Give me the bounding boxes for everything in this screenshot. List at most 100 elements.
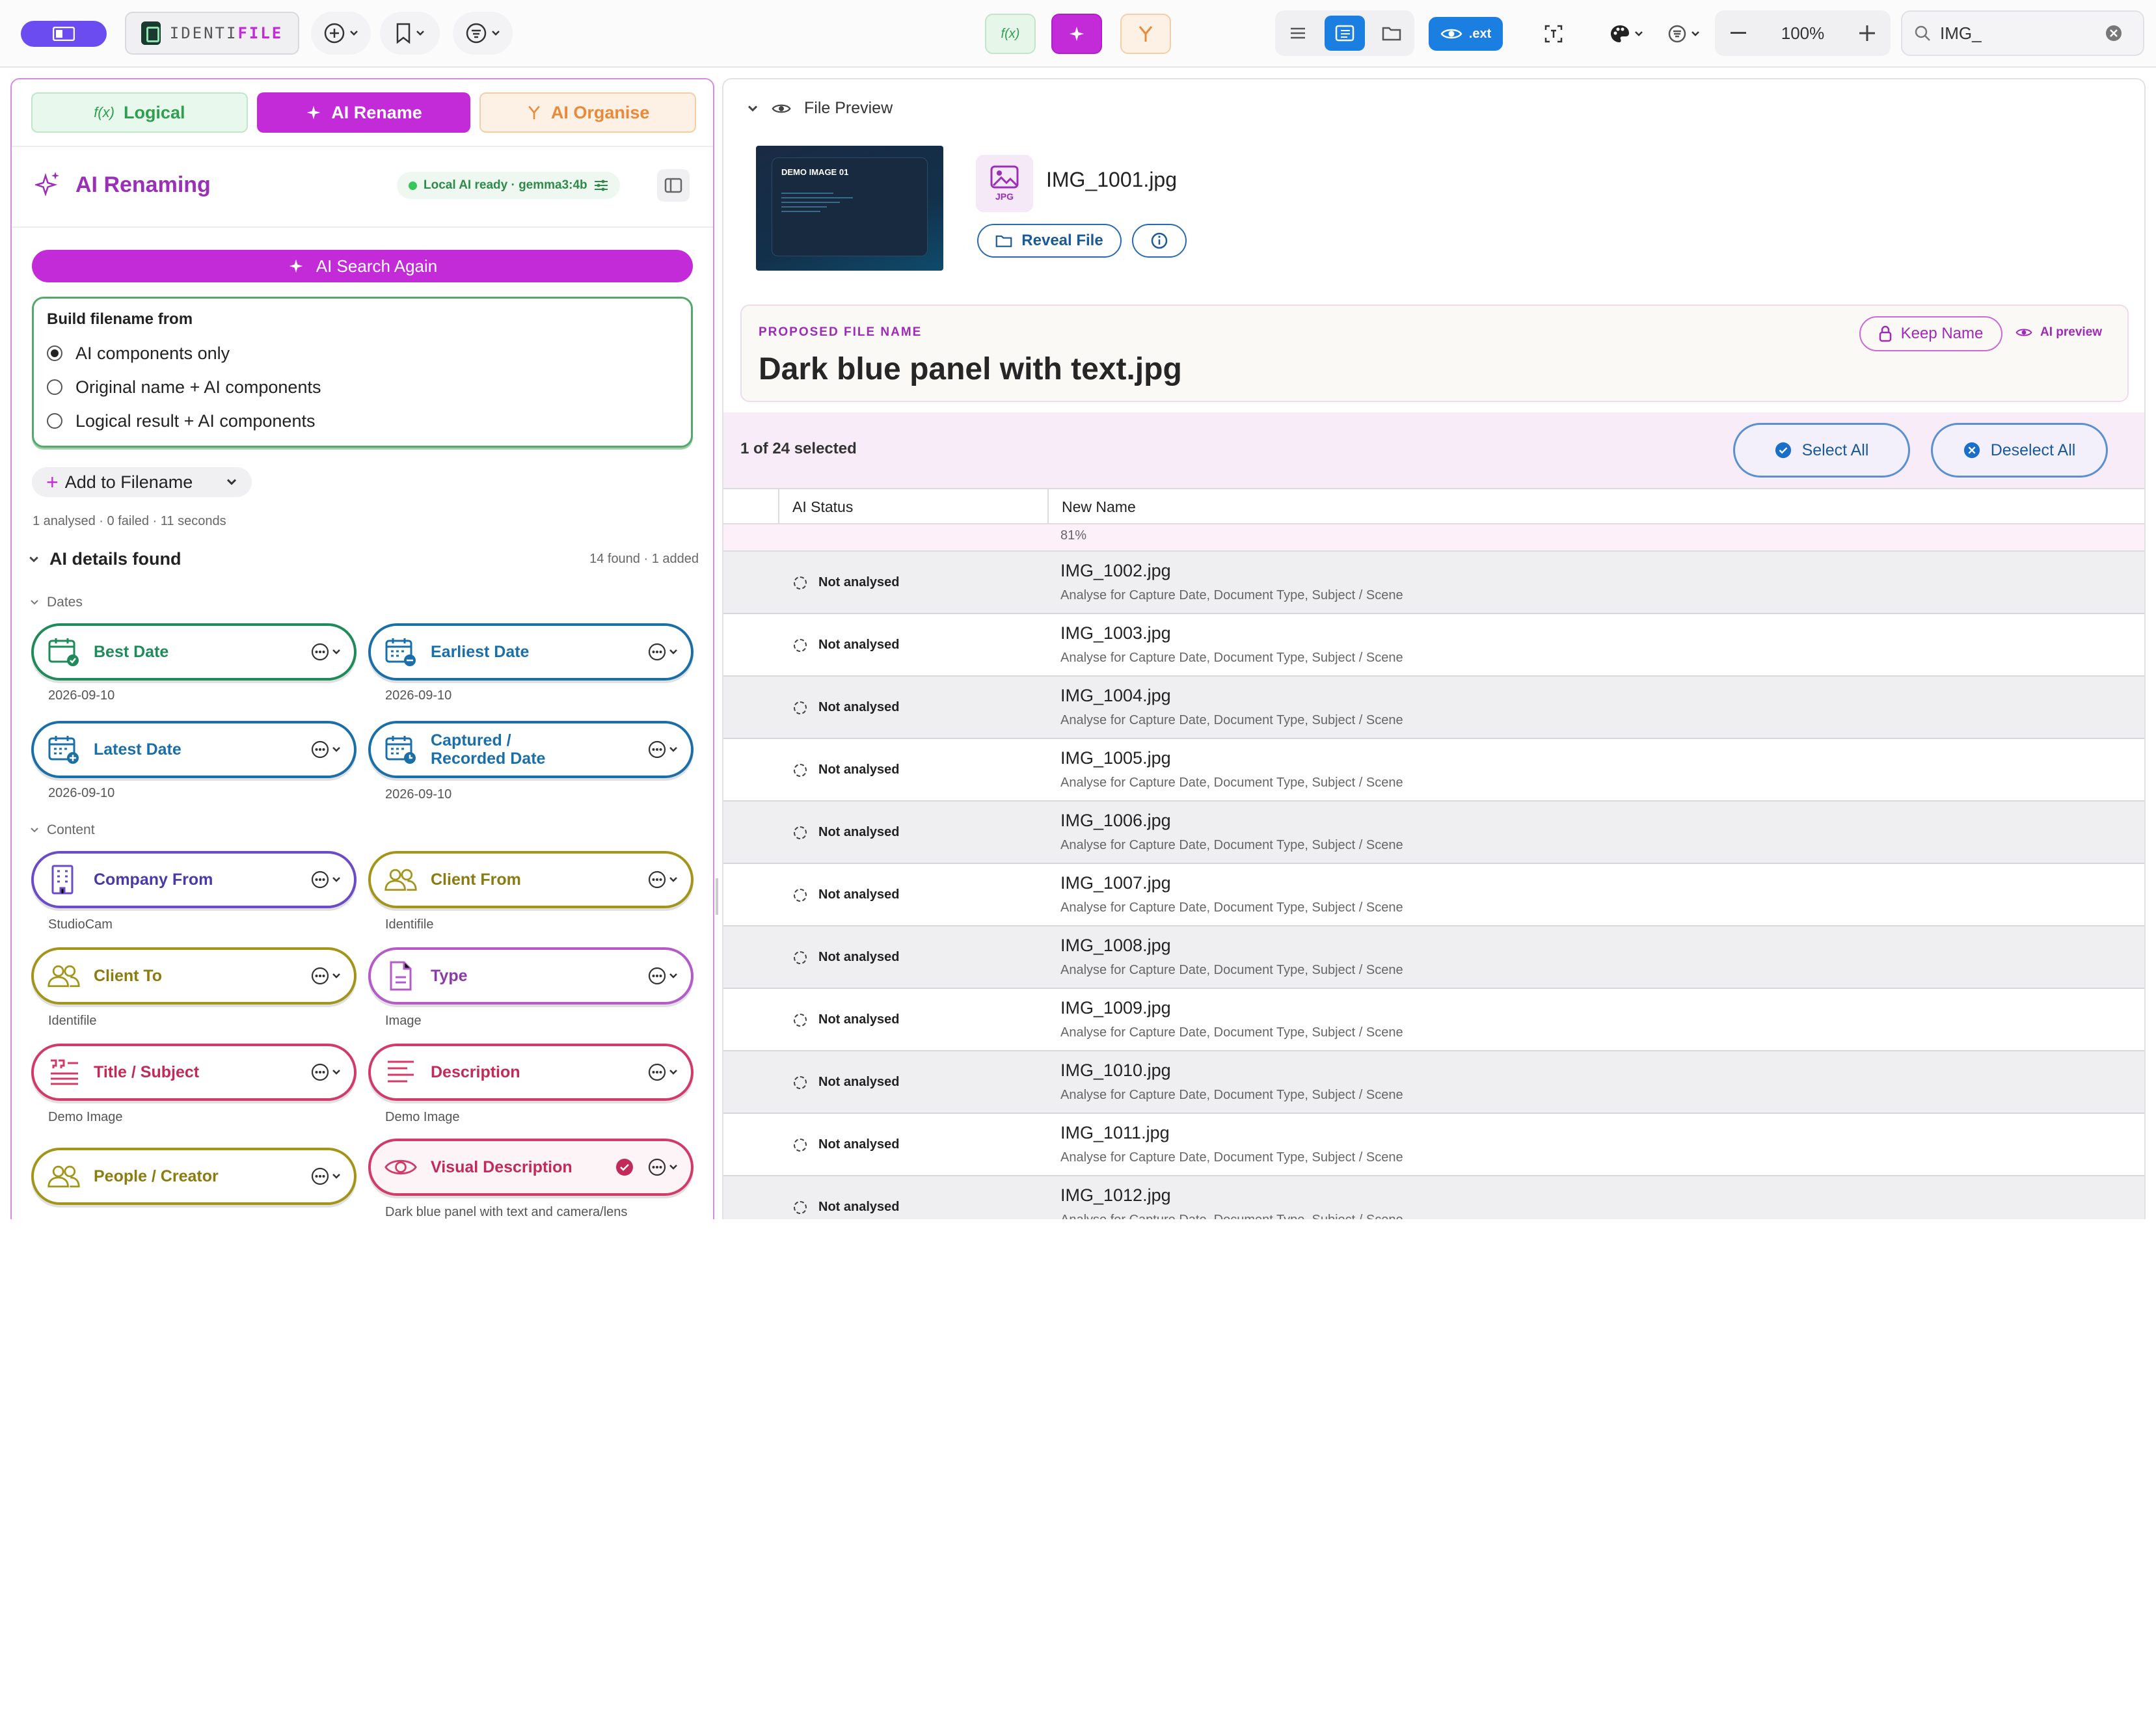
chip-options-button[interactable] (311, 967, 341, 985)
scan-button[interactable] (1530, 17, 1577, 51)
keep-name-label: Keep Name (1900, 325, 1984, 342)
bookmark-menu-button[interactable] (380, 12, 440, 55)
option-logical-plus-ai[interactable]: Logical result + AI components (47, 404, 678, 438)
chip-value: StudioCam (48, 917, 113, 932)
selection-bar: 1 of 24 selected Select All Deselect All (723, 412, 2144, 489)
table-row-partial[interactable]: 81% (723, 524, 2144, 552)
chip-earliest-date[interactable]: Earliest Date (368, 623, 694, 681)
theme-menu-button[interactable] (1602, 17, 1651, 51)
column-ai-status[interactable]: AI Status (792, 498, 853, 516)
chip-type[interactable]: Type (368, 947, 694, 1005)
chip-options-button[interactable] (648, 740, 678, 759)
section-dates[interactable]: Dates (30, 595, 83, 610)
chip-options-button[interactable] (648, 1063, 678, 1081)
table-row[interactable]: Not analysed IMG_1007.jpg Analyse for Capt… (723, 864, 2144, 926)
tab-ai-organise[interactable]: AI Organise (479, 92, 697, 133)
chip-options-button[interactable] (648, 1158, 678, 1176)
function-icon: f(x) (1001, 26, 1020, 41)
panel-resize-handle[interactable] (716, 878, 718, 915)
radio-checked[interactable] (47, 345, 62, 361)
select-all-button[interactable]: Select All (1733, 423, 1910, 478)
mode-ai-rename-button[interactable] (1051, 14, 1102, 54)
chip-value: 2026-09-10 (48, 688, 115, 703)
sidebar-toggle-button[interactable] (21, 21, 107, 47)
mode-logical-button[interactable]: f(x) (985, 14, 1036, 54)
table-row[interactable]: Not analysed IMG_1008.jpg Analyse for Capt… (723, 926, 2144, 989)
table-row[interactable]: Not analysed IMG_1010.jpg Analyse for Capt… (723, 1051, 2144, 1114)
ai-details-header[interactable]: AI details found 14 found · 1 added (29, 549, 699, 569)
image-icon (990, 165, 1019, 189)
ai-status-badge[interactable]: Local AI ready · gemma3:4b (397, 172, 620, 199)
chip-captured-recorded-date[interactable]: Captured / Recorded Date (368, 721, 694, 778)
mode-ai-organise-button[interactable] (1120, 14, 1171, 54)
folder-view-button[interactable] (1371, 16, 1412, 51)
chip-options-button[interactable] (311, 1063, 341, 1081)
more-icon (648, 871, 666, 889)
chip-people-creator[interactable]: People / Creator (31, 1148, 357, 1205)
eye-icon (772, 104, 791, 113)
chip-options-button[interactable] (648, 871, 678, 889)
chip-client-from[interactable]: Client From (368, 851, 694, 908)
folder-icon (1382, 27, 1401, 41)
collapse-panel-button[interactable] (657, 169, 690, 202)
table-row[interactable]: Not analysed IMG_1004.jpg Analyse for Capt… (723, 677, 2144, 739)
chip-options-button[interactable] (648, 967, 678, 985)
file-thumbnail[interactable]: DEMO IMAGE 01 (756, 146, 943, 271)
chip-options-button[interactable] (311, 643, 341, 661)
chip-company-from[interactable]: Company From (31, 851, 357, 908)
zoom-out-button[interactable] (1731, 32, 1746, 34)
chip-best-date[interactable]: Best Date (31, 623, 357, 681)
file-preview-title: File Preview (804, 99, 893, 117)
chip-visual-description[interactable]: Visual Description (368, 1139, 694, 1196)
build-filename-group: Build filename from AI components only O… (32, 297, 693, 448)
chip-options-button[interactable] (648, 643, 678, 661)
add-menu-button[interactable] (311, 12, 371, 55)
deselect-all-button[interactable]: Deselect All (1931, 423, 2108, 478)
table-row[interactable]: Not analysed IMG_1012.jpg Analyse for Capt… (723, 1176, 2144, 1219)
keep-name-button[interactable]: Keep Name (1859, 316, 2002, 351)
chip-options-button[interactable] (311, 871, 341, 889)
chip-options-button[interactable] (311, 1167, 341, 1185)
app-logo-icon (141, 21, 161, 45)
table-row[interactable]: Not analysed IMG_1005.jpg Analyse for Capt… (723, 739, 2144, 802)
sparkle-icon (289, 259, 303, 273)
filter-menu-button[interactable] (453, 12, 513, 55)
show-extension-toggle[interactable]: .ext (1429, 17, 1503, 51)
table-row[interactable]: Not analysed IMG_1003.jpg Analyse for Capt… (723, 614, 2144, 677)
chip-description[interactable]: Description (368, 1044, 694, 1101)
chevron-down-icon (332, 877, 340, 882)
search-input[interactable] (1940, 23, 2096, 44)
chip-title-subject[interactable]: Title / Subject (31, 1044, 357, 1101)
table-row[interactable]: Not analysed IMG_1009.jpg Analyse for Capt… (723, 989, 2144, 1051)
chip-options-button[interactable] (311, 740, 341, 759)
column-new-name[interactable]: New Name (1062, 498, 1136, 516)
file-info-button[interactable] (1132, 224, 1187, 258)
section-content[interactable]: Content (30, 822, 95, 838)
list-view-button[interactable] (1278, 16, 1318, 51)
more-icon (311, 1167, 329, 1185)
table-row[interactable]: Not analysed IMG_1011.jpg Analyse for Capt… (723, 1114, 2144, 1176)
sort-menu-button[interactable] (1663, 17, 1705, 51)
tab-logical[interactable]: f(x) Logical (31, 92, 248, 133)
ai-search-again-button[interactable]: AI Search Again (32, 250, 693, 282)
chip-value: Identifile (48, 1014, 97, 1028)
option-ai-only[interactable]: AI components only (47, 336, 678, 370)
people-icon (384, 863, 418, 897)
chip-label: Latest Date (94, 740, 182, 759)
chip-client-to[interactable]: Client To (31, 947, 357, 1005)
table-row[interactable]: Not analysed IMG_1006.jpg Analyse for Capt… (723, 802, 2144, 864)
search-icon (1915, 25, 1930, 41)
add-to-filename-button[interactable]: + Add to Filename (32, 467, 252, 497)
tab-ai-rename[interactable]: AI Rename (256, 92, 471, 133)
status-ring-icon (794, 1075, 807, 1089)
detail-view-button[interactable] (1325, 16, 1365, 51)
reveal-file-button[interactable]: Reveal File (977, 224, 1122, 258)
chip-latest-date[interactable]: Latest Date (31, 721, 357, 778)
radio[interactable] (47, 379, 62, 395)
clear-search-icon[interactable] (2105, 25, 2122, 42)
table-row[interactable]: Not analysed IMG_1002.jpg Analyse for Capt… (723, 552, 2144, 614)
file-preview-header[interactable]: File Preview (747, 99, 893, 118)
zoom-in-button[interactable] (1859, 25, 1875, 41)
option-original-plus-ai[interactable]: Original name + AI components (47, 370, 678, 404)
radio[interactable] (47, 413, 62, 429)
